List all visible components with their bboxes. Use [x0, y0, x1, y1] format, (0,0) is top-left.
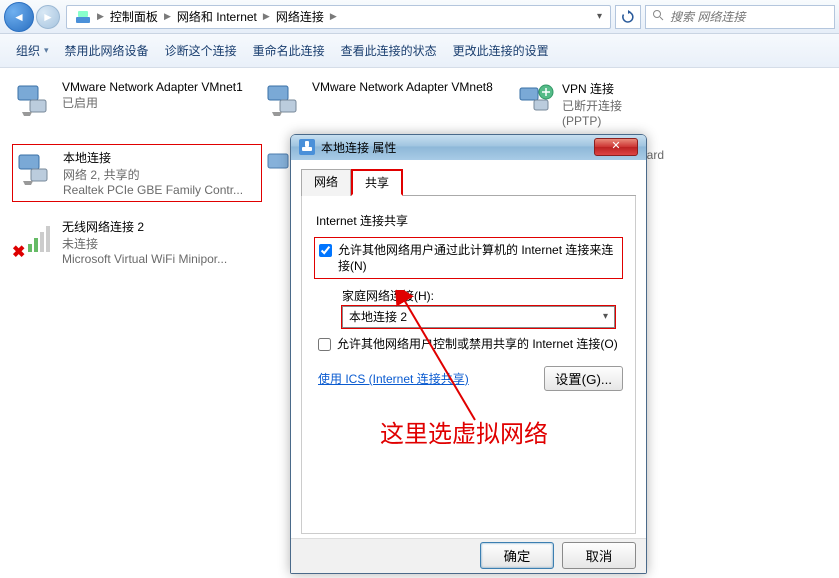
- search-input[interactable]: [668, 9, 828, 25]
- crumb-network-internet[interactable]: 网络和 Internet: [173, 8, 261, 25]
- back-button[interactable]: ◄: [4, 2, 34, 32]
- wifi-disabled-icon: ✖: [16, 218, 56, 258]
- chevron-right-icon: ▶: [261, 11, 272, 22]
- properties-dialog: 本地连接 属性 ✕ 网络 共享 Internet 连接共享 允许其他网络用户通过…: [290, 134, 647, 574]
- annotation-text: 这里选虚拟网络: [380, 414, 548, 449]
- network-adapter-icon: [266, 80, 306, 120]
- ok-button[interactable]: 确定: [480, 542, 554, 569]
- group-label: Internet 连接共享: [316, 212, 623, 229]
- home-network-value: 本地连接 2: [349, 308, 407, 325]
- home-network-label: 家庭网络连接(H):: [342, 287, 623, 304]
- item-detail: Realtek PCIe GBE Family Contr...: [63, 183, 243, 197]
- settings-button[interactable]: 设置(G)...: [544, 366, 623, 391]
- allow-sharing-checkbox[interactable]: [319, 244, 332, 257]
- chevron-right-icon: ▶: [162, 11, 173, 22]
- adapter-vmnet1[interactable]: VMware Network Adapter VMnet1 已启用: [12, 76, 262, 132]
- chevron-right-icon: ▶: [328, 11, 339, 22]
- allow-control-checkbox[interactable]: [318, 338, 331, 351]
- network-icon: [299, 139, 315, 155]
- tb-status[interactable]: 查看此连接的状态: [333, 38, 445, 63]
- address-bar: ◄ ► ▶ 控制面板 ▶ 网络和 Internet ▶ 网络连接 ▶ ▾: [0, 0, 839, 34]
- tab-sharing[interactable]: 共享: [351, 169, 403, 196]
- refresh-button[interactable]: [615, 5, 641, 29]
- breadcrumb-icon[interactable]: [71, 9, 95, 25]
- network-adapter-icon: [17, 149, 57, 189]
- dialog-footer: 确定 取消: [291, 538, 646, 573]
- network-adapter-icon: [16, 80, 56, 120]
- item-detail: Microsoft Virtual WiFi Minipor...: [62, 252, 227, 266]
- close-button[interactable]: ✕: [594, 138, 638, 156]
- ics-link[interactable]: 使用 ICS (Internet 连接共享): [318, 370, 469, 387]
- tab-network[interactable]: 网络: [301, 169, 351, 196]
- breadcrumb[interactable]: ▶ 控制面板 ▶ 网络和 Internet ▶ 网络连接 ▶ ▾: [66, 5, 611, 29]
- dropdown-icon[interactable]: ▾: [593, 11, 606, 22]
- item-title: VPN 连接: [562, 80, 622, 97]
- adapter-wireless2[interactable]: ✖ 无线网络连接 2 未连接 Microsoft Virtual WiFi Mi…: [12, 214, 262, 270]
- item-title: VMware Network Adapter VMnet8: [312, 80, 493, 94]
- item-title: VMware Network Adapter VMnet1: [62, 80, 243, 94]
- allow-control-row: 允许其他网络用户控制或禁用共享的 Internet 连接(O): [314, 332, 623, 356]
- search-box[interactable]: [645, 5, 835, 29]
- allow-sharing-row: 允许其他网络用户通过此计算机的 Internet 连接来连接(N): [314, 237, 623, 279]
- tb-organize[interactable]: 组织: [8, 38, 57, 63]
- item-detail: (PPTP): [562, 114, 622, 128]
- vpn-icon: [516, 80, 556, 120]
- tb-change[interactable]: 更改此连接的设置: [445, 38, 557, 63]
- adapter-vmnet8[interactable]: VMware Network Adapter VMnet8: [262, 76, 512, 132]
- item-status: 网络 2, 共享的: [63, 166, 243, 183]
- search-icon: [652, 9, 664, 24]
- tab-panel-sharing: Internet 连接共享 允许其他网络用户通过此计算机的 Internet 连…: [301, 196, 636, 534]
- tb-rename[interactable]: 重命名此连接: [245, 38, 333, 63]
- adapter-local[interactable]: 本地连接 网络 2, 共享的 Realtek PCIe GBE Family C…: [12, 144, 262, 202]
- toolbar: 组织 禁用此网络设备 诊断这个连接 重命名此连接 查看此连接的状态 更改此连接的…: [0, 34, 839, 68]
- x-mark-icon: ✖: [12, 242, 25, 262]
- dialog-title-text: 本地连接 属性: [321, 139, 396, 156]
- allow-sharing-label: 允许其他网络用户通过此计算机的 Internet 连接来连接(N): [338, 242, 618, 274]
- tab-strip: 网络 共享: [301, 168, 636, 196]
- forward-button[interactable]: ►: [36, 5, 60, 29]
- item-status: 已启用: [62, 94, 243, 111]
- chevron-right-icon: ▶: [95, 11, 106, 22]
- item-status: 未连接: [62, 235, 227, 252]
- dialog-titlebar[interactable]: 本地连接 属性 ✕: [291, 135, 646, 160]
- crumb-control-panel[interactable]: 控制面板: [106, 8, 162, 25]
- crumb-network-connections[interactable]: 网络连接: [272, 8, 328, 25]
- tb-diagnose[interactable]: 诊断这个连接: [157, 38, 245, 63]
- home-network-select[interactable]: 本地连接 2: [342, 306, 615, 328]
- item-title: 本地连接: [63, 149, 243, 166]
- allow-control-label: 允许其他网络用户控制或禁用共享的 Internet 连接(O): [337, 336, 618, 352]
- tb-disable[interactable]: 禁用此网络设备: [57, 38, 157, 63]
- adapter-vpn[interactable]: VPN 连接 已断开连接 (PPTP): [512, 76, 772, 132]
- item-status: 已断开连接: [562, 97, 622, 114]
- item-title: 无线网络连接 2: [62, 218, 227, 235]
- cancel-button[interactable]: 取消: [562, 542, 636, 569]
